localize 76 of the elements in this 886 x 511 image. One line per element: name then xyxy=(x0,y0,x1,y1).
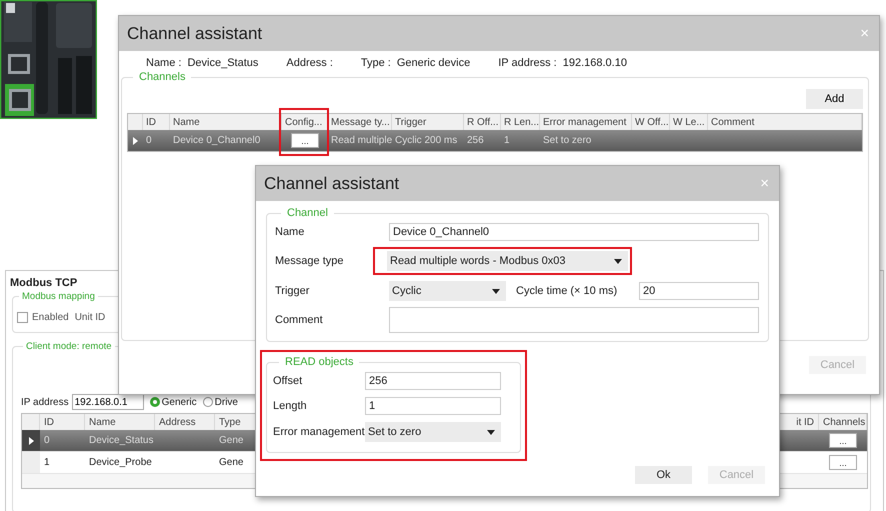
group-title: Channel xyxy=(286,207,329,219)
table-cell: Read multiple xyxy=(328,130,392,151)
group-title: Modbus mapping xyxy=(21,291,96,302)
column-header: Address xyxy=(155,414,215,430)
dropdown[interactable]: Cyclic xyxy=(389,281,506,301)
column-header: Trigger xyxy=(392,114,464,130)
header-corner xyxy=(128,114,143,130)
column-header: Channels xyxy=(819,414,867,430)
row-header[interactable] xyxy=(128,130,143,151)
row-pointer-icon xyxy=(133,136,138,144)
row-header[interactable] xyxy=(22,430,40,452)
info-value: Device_Status xyxy=(187,57,258,69)
field-label: Message type xyxy=(275,255,344,267)
input-field[interactable]: 20 xyxy=(639,282,759,300)
ip-address-label: IP address xyxy=(21,396,69,408)
column-header: Error management xyxy=(540,114,632,130)
column-header: Name xyxy=(85,414,155,430)
column-header: ID xyxy=(143,114,170,130)
table-cell: 0 xyxy=(143,130,170,151)
channels-button[interactable]: ... xyxy=(829,433,857,448)
table-cell: Device_Status xyxy=(85,430,155,452)
input-field[interactable]: Device 0_Channel0 xyxy=(389,223,759,241)
dropdown[interactable]: Read multiple words - Modbus 0x03 xyxy=(387,251,628,271)
info-value: Generic device xyxy=(396,57,470,69)
radio-label: Generic xyxy=(162,396,197,408)
info-value: 192.168.0.10 xyxy=(562,57,627,69)
radio-label: Drive xyxy=(214,396,238,408)
table-cell: 0 xyxy=(40,430,85,452)
row-pointer-icon xyxy=(28,436,34,444)
column-header: Message ty... xyxy=(328,114,392,130)
group-title: READ objects xyxy=(284,356,354,368)
channels-button[interactable]: ... xyxy=(829,455,857,470)
input-field[interactable]: 1 xyxy=(365,397,501,415)
caret-icon xyxy=(492,288,500,294)
input-field[interactable]: 256 xyxy=(365,372,501,390)
field-label: Cycle time (× 10 ms) xyxy=(516,285,618,297)
group-title: Channels xyxy=(138,71,186,83)
column-header: Name xyxy=(170,114,282,130)
field-label: Name xyxy=(275,226,306,238)
ip-address-field[interactable]: 192.168.0.1 xyxy=(72,394,144,410)
dialog-button[interactable]: Ok xyxy=(635,466,692,484)
column-header: R Len... xyxy=(501,114,540,130)
column-header: ID xyxy=(40,414,85,430)
info-label: Type : xyxy=(360,57,391,69)
field-label: Offset xyxy=(273,375,304,387)
config-button[interactable]: ... xyxy=(291,133,319,148)
radio-button[interactable] xyxy=(150,397,160,407)
panel-title: Modbus TCP xyxy=(10,277,78,289)
field-label: Comment xyxy=(275,314,324,326)
radio-button[interactable] xyxy=(202,397,213,407)
window-title: Channel assistant xyxy=(127,24,262,44)
field-label: Trigger xyxy=(275,285,310,297)
table-cell: Set to zero xyxy=(540,130,632,151)
table-cell: Device 0_Channel0 xyxy=(170,130,282,151)
group-title: Client mode: remote xyxy=(25,341,113,352)
info-label: IP address : xyxy=(498,57,557,69)
caret-icon xyxy=(614,258,622,264)
table-cell: 256 xyxy=(464,130,501,151)
info-label: Name : xyxy=(146,57,182,69)
input-field[interactable] xyxy=(389,307,759,333)
field-label: Length xyxy=(273,400,308,412)
column-header: Config... xyxy=(282,114,328,130)
column-header: W Le... xyxy=(670,114,708,130)
info-label: Address : xyxy=(286,57,333,69)
checkbox-label: Enabled xyxy=(32,312,69,322)
table-cell: 1 xyxy=(501,130,540,151)
dropdown[interactable]: Set to zero xyxy=(365,422,501,442)
header-corner xyxy=(22,414,40,430)
checkbox[interactable] xyxy=(17,312,28,322)
column-header: R Off... xyxy=(464,114,501,130)
table-cell: Cyclic 200 ms xyxy=(392,130,464,151)
window-title: Channel assistant xyxy=(264,174,400,194)
unit-id-label: Unit ID xyxy=(74,312,106,322)
add-button[interactable]: Add xyxy=(806,89,863,109)
column-header: W Off... xyxy=(632,114,670,130)
column-header: Comment xyxy=(708,114,862,130)
